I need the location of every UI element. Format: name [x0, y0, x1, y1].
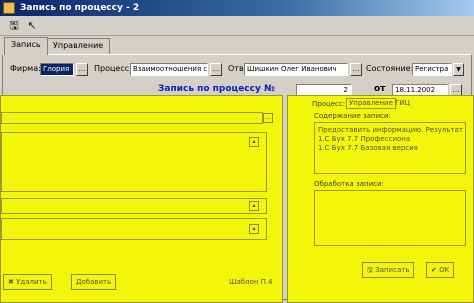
process-label: Процесс:	[94, 64, 132, 73]
left-line-button-1[interactable]: …	[263, 113, 273, 123]
toolbar: 🖫 ↖	[0, 16, 474, 36]
add-button[interactable]: Добавить	[71, 274, 117, 290]
save-record-label: Записать	[375, 266, 410, 274]
right-process-field[interactable]: Управление ГИЦ	[346, 98, 410, 109]
firm-label: Фирма:	[10, 64, 41, 73]
tab-record[interactable]: Запись	[4, 37, 48, 55]
date-prefix-label: от	[374, 84, 386, 94]
save-record-icon: 🖫	[367, 266, 376, 274]
tab-management[interactable]: Управление	[46, 38, 111, 54]
process-field[interactable]: Взаимоотношения с	[130, 63, 208, 76]
ok-check-icon: ✔	[431, 266, 440, 274]
processing-text-area[interactable]	[314, 190, 466, 246]
left-line-field-2[interactable]	[1, 198, 267, 214]
left-text-area-1[interactable]	[1, 132, 267, 192]
delete-icon: ✖	[8, 278, 17, 286]
ok-label: OK	[439, 266, 450, 274]
delete-button[interactable]: ✖ Удалить	[3, 274, 52, 290]
help-pointer-icon[interactable]: ↖	[24, 18, 40, 34]
responsible-field[interactable]: Шишкин Олег Иванович	[244, 63, 348, 76]
content-label: Содержание записи:	[314, 112, 391, 120]
responsible-select-button[interactable]: …	[350, 63, 362, 76]
page-label: Шаблон П.4	[229, 278, 273, 286]
right-process-label: Процесс:	[312, 100, 346, 108]
window-titlebar: Запись по процессу - 2	[0, 0, 474, 16]
left-line-field-1[interactable]	[1, 112, 263, 124]
content-line-3: 1.С Бух 7.7 Базовая версия	[318, 144, 418, 152]
save-record-button[interactable]: 🖫 Записать	[362, 262, 415, 278]
left-redacted-panel: … ▴ ▴ ▴ ✖ Удалить Добавить Шаблон П.4	[0, 95, 283, 303]
left-scroll-button-3[interactable]: ▴	[249, 224, 259, 234]
status-label: Состояние:	[366, 64, 414, 73]
status-dropdown-button[interactable]: ▼	[453, 63, 464, 76]
firm-select-button[interactable]: …	[76, 63, 88, 76]
firm-field[interactable]: Глория	[40, 63, 74, 76]
content-line-1: Предоставить информацию. Результат	[318, 126, 463, 134]
app-icon	[3, 2, 15, 14]
ok-button[interactable]: ✔ OK	[426, 262, 455, 278]
record-heading: Запись по процессу №	[158, 84, 275, 94]
save-icon[interactable]: 🖫	[6, 18, 22, 34]
left-scroll-button-1[interactable]: ▴	[249, 137, 259, 147]
delete-label: Удалить	[16, 278, 47, 286]
content-text-area[interactable]: Предоставить информацию. Результат 1.С Б…	[314, 122, 466, 174]
left-line-field-3[interactable]	[1, 218, 267, 240]
content-line-2: 1.С Бух 7.7 Профессиона	[318, 135, 411, 143]
window-title: Запись по процессу - 2	[20, 3, 140, 13]
right-redacted-panel: Процесс: Управление ГИЦ Содержание запис…	[287, 95, 474, 303]
left-scroll-button-2[interactable]: ▴	[249, 201, 259, 211]
status-field[interactable]: Регистра	[412, 63, 452, 76]
process-select-button[interactable]: …	[210, 63, 222, 76]
processing-label: Обработка записи:	[314, 180, 384, 188]
